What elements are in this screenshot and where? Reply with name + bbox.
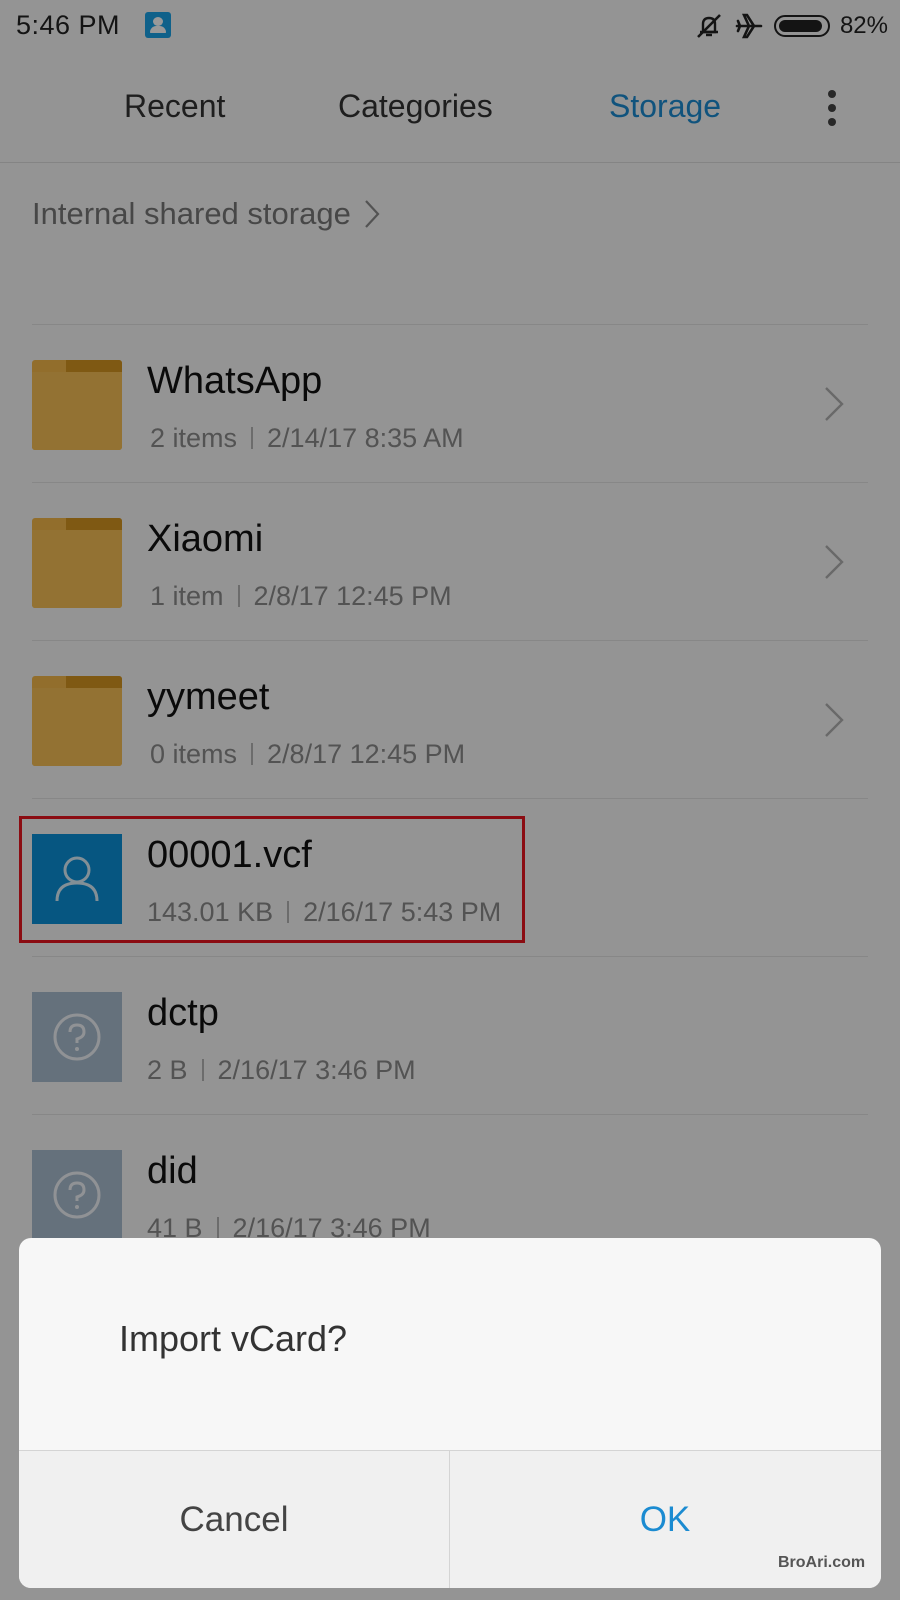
dialog-message: Import vCard?: [119, 1318, 348, 1359]
watermark: BroAri.com: [778, 1554, 866, 1571]
import-vcard-dialog: Import vCard? Cancel OK: [19, 1238, 881, 1588]
dialog-button-row: Cancel OK: [19, 1450, 881, 1588]
cancel-button[interactable]: Cancel: [19, 1451, 450, 1588]
